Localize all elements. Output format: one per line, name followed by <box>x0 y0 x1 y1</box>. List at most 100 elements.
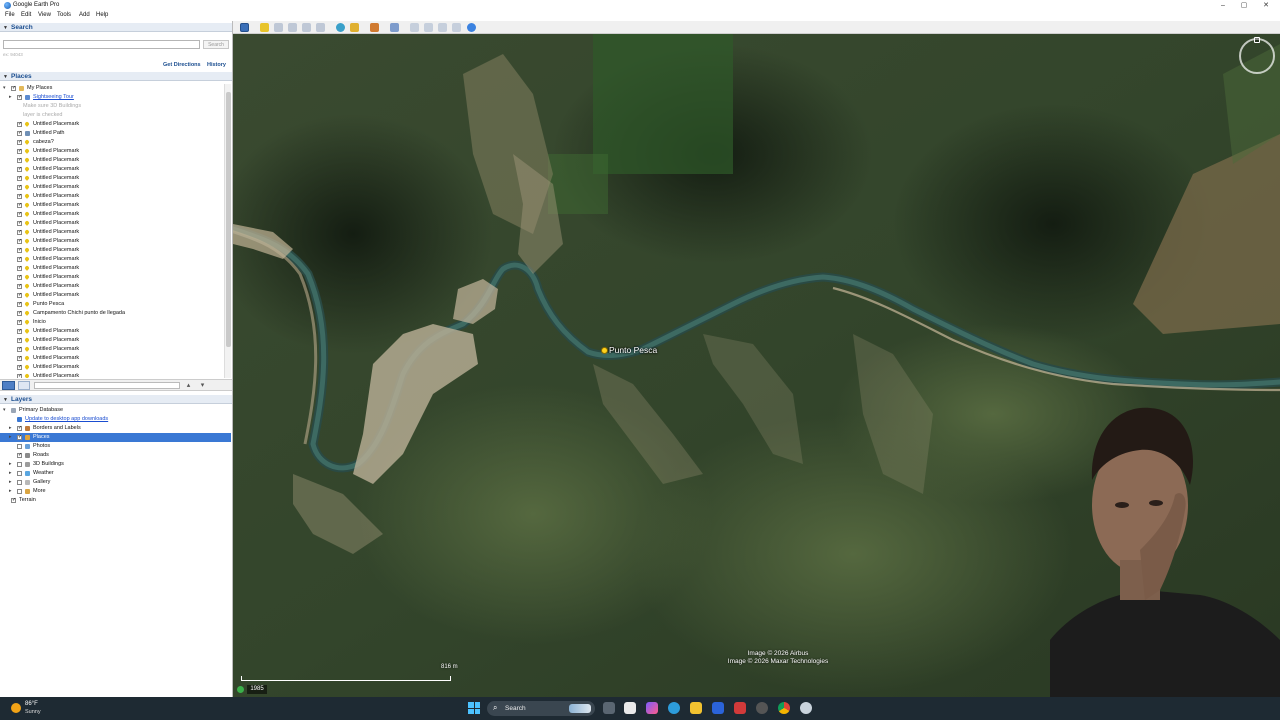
collapse-arrow-icon[interactable]: ▾ <box>3 406 8 415</box>
menu-view[interactable]: View <box>38 12 51 18</box>
places-search-toggle[interactable] <box>2 381 15 390</box>
save-image-icon[interactable] <box>438 23 447 32</box>
earth-icon[interactable] <box>467 23 476 32</box>
expand-arrow-icon[interactable]: ▸ <box>9 469 14 478</box>
email-icon[interactable] <box>410 23 419 32</box>
places-row-untitled-placemark[interactable]: ✓ Untitled Placemark <box>0 282 224 291</box>
menu-tools[interactable]: Tools <box>57 12 71 18</box>
expand-arrow-icon[interactable]: ▸ <box>9 487 14 496</box>
search-input[interactable] <box>3 40 200 49</box>
expand-arrow-icon[interactable]: ▸ <box>9 478 14 487</box>
places-row-untitled-path[interactable]: ✓ Untitled Path <box>0 129 224 138</box>
places-row-untitled-placemark[interactable]: ✓ Untitled Placemark <box>0 255 224 264</box>
visibility-checkbox[interactable]: ✓ <box>17 158 22 163</box>
move-up-icon[interactable]: ▴ <box>184 381 193 390</box>
weather-temperature[interactable]: 86°F <box>25 701 38 707</box>
places-row-untitled-placemark[interactable]: ✓ Untitled Placemark <box>0 228 224 237</box>
places-row-untitled-placemark[interactable]: ✓ Untitled Placemark <box>0 291 224 300</box>
visibility-checkbox[interactable] <box>17 462 22 467</box>
places-row-untitled-placemark[interactable]: ✓ Untitled Placemark <box>0 336 224 345</box>
layers-row-borders-and-labels[interactable]: ▸ ✓ Borders and Labels <box>0 424 231 433</box>
sidebar-toggle-icon[interactable] <box>240 23 249 32</box>
visibility-checkbox[interactable]: ✓ <box>17 356 22 361</box>
places-row-untitled-placemark[interactable]: ✓ Untitled Placemark <box>0 237 224 246</box>
expand-arrow-icon[interactable]: ▸ <box>9 93 14 102</box>
taskbar-search[interactable]: ⌕ Search <box>487 701 595 716</box>
sunlight-icon[interactable] <box>350 23 359 32</box>
placemark-pin-icon[interactable] <box>601 347 608 354</box>
places-row-untitled-placemark[interactable]: ✓ Untitled Placemark <box>0 273 224 282</box>
visibility-checkbox[interactable]: ✓ <box>17 284 22 289</box>
add-polygon-icon[interactable] <box>274 23 283 32</box>
visibility-checkbox[interactable]: ✓ <box>11 498 16 503</box>
visibility-checkbox[interactable]: ✓ <box>17 302 22 307</box>
layers-row-roads[interactable]: ✓ Roads <box>0 451 231 460</box>
visibility-checkbox[interactable]: ✓ <box>17 122 22 127</box>
menu-add[interactable]: Add <box>79 12 90 18</box>
visibility-checkbox[interactable]: ✓ <box>17 374 22 378</box>
minimize-button[interactable]: – <box>1214 1 1232 10</box>
places-row-untitled-placemark[interactable]: ✓ Untitled Placemark <box>0 192 224 201</box>
visibility-checkbox[interactable]: ✓ <box>17 194 22 199</box>
maximize-button[interactable]: ▢ <box>1235 1 1253 10</box>
expand-arrow-icon[interactable]: ▸ <box>9 460 14 469</box>
windows-start-icon[interactable] <box>468 702 480 714</box>
places-row-untitled-placemark[interactable]: ✓ Untitled Placemark <box>0 147 224 156</box>
visibility-checkbox[interactable]: ✓ <box>17 347 22 352</box>
menu-edit[interactable]: Edit <box>21 12 31 18</box>
places-row-untitled-placemark[interactable]: ✓ Untitled Placemark <box>0 327 224 336</box>
layers-row-more[interactable]: ▸ More <box>0 487 231 496</box>
places-row-untitled-placemark[interactable]: ✓ Untitled Placemark <box>0 363 224 372</box>
add-overlay-icon[interactable] <box>302 23 311 32</box>
layers-row-places[interactable]: ▸ ✓ Places <box>0 433 231 442</box>
close-button[interactable]: ✕ <box>1257 1 1275 10</box>
places-row-untitled-placemark[interactable]: ✓ Untitled Placemark <box>0 210 224 219</box>
places-row-layer-is-checked[interactable]: layer is checked <box>0 111 224 120</box>
places-row-untitled-placemark[interactable]: ✓ Untitled Placemark <box>0 201 224 210</box>
weather-condition[interactable]: Sunny <box>25 709 41 715</box>
visibility-checkbox[interactable] <box>17 444 22 449</box>
collapse-arrow-icon[interactable]: ▾ <box>3 84 8 93</box>
record-tour-icon[interactable] <box>316 23 325 32</box>
visibility-checkbox[interactable]: ✓ <box>11 86 16 91</box>
history-link[interactable]: History <box>207 62 226 68</box>
expand-arrow-icon[interactable]: ▸ <box>9 433 14 442</box>
places-row-sightseeing-tour[interactable]: ▸ ✓ Sightseeing Tour <box>0 93 224 102</box>
places-row-my-places[interactable]: ▾ ✓ My Places <box>0 84 224 93</box>
layers-panel-header[interactable]: ▼ Layers <box>0 395 232 404</box>
visibility-checkbox[interactable]: ✓ <box>17 203 22 208</box>
places-row-untitled-placemark[interactable]: ✓ Untitled Placemark <box>0 183 224 192</box>
visibility-checkbox[interactable]: ✓ <box>17 176 22 181</box>
visibility-checkbox[interactable]: ✓ <box>17 239 22 244</box>
places-row-punto-pesca[interactable]: ✓ Punto Pesca <box>0 300 224 309</box>
layers-row-primary-database[interactable]: ▾ Primary Database <box>0 406 231 415</box>
visibility-checkbox[interactable]: ✓ <box>17 212 22 217</box>
places-row-untitled-placemark[interactable]: ✓ Untitled Placemark <box>0 354 224 363</box>
visibility-checkbox[interactable] <box>17 480 22 485</box>
task-view-icon[interactable] <box>603 702 615 714</box>
places-row-inicio[interactable]: ✓ Inicio <box>0 318 224 327</box>
visibility-checkbox[interactable]: ✓ <box>17 453 22 458</box>
layers-row-3d-buildings[interactable]: ▸ 3D Buildings <box>0 460 231 469</box>
visibility-checkbox[interactable]: ✓ <box>17 185 22 190</box>
visibility-checkbox[interactable] <box>17 471 22 476</box>
places-row-untitled-placemark[interactable]: ✓ Untitled Placemark <box>0 345 224 354</box>
navigation-compass[interactable] <box>1239 38 1275 74</box>
view-in-maps-icon[interactable] <box>452 23 461 32</box>
places-row-untitled-placemark[interactable]: ✓ Untitled Placemark <box>0 120 224 129</box>
get-directions-link[interactable]: Get Directions <box>163 62 201 68</box>
places-row-untitled-placemark[interactable]: ✓ Untitled Placemark <box>0 156 224 165</box>
chrome-icon[interactable] <box>778 702 790 714</box>
places-scroll-thumb[interactable] <box>226 92 231 347</box>
places-row-untitled-placemark[interactable]: ✓ Untitled Placemark <box>0 165 224 174</box>
places-row-untitled-placemark[interactable]: ✓ Untitled Placemark <box>0 219 224 228</box>
visibility-checkbox[interactable]: ✓ <box>17 257 22 262</box>
google-earth-taskbar-icon[interactable] <box>800 702 812 714</box>
visibility-checkbox[interactable]: ✓ <box>17 266 22 271</box>
places-row-untitled-placemark[interactable]: ✓ Untitled Placemark <box>0 264 224 273</box>
visibility-checkbox[interactable]: ✓ <box>17 365 22 370</box>
visibility-checkbox[interactable]: ✓ <box>17 230 22 235</box>
places-scrollbar[interactable] <box>224 84 231 378</box>
visibility-checkbox[interactable]: ✓ <box>17 435 22 440</box>
layers-row-weather[interactable]: ▸ Weather <box>0 469 231 478</box>
